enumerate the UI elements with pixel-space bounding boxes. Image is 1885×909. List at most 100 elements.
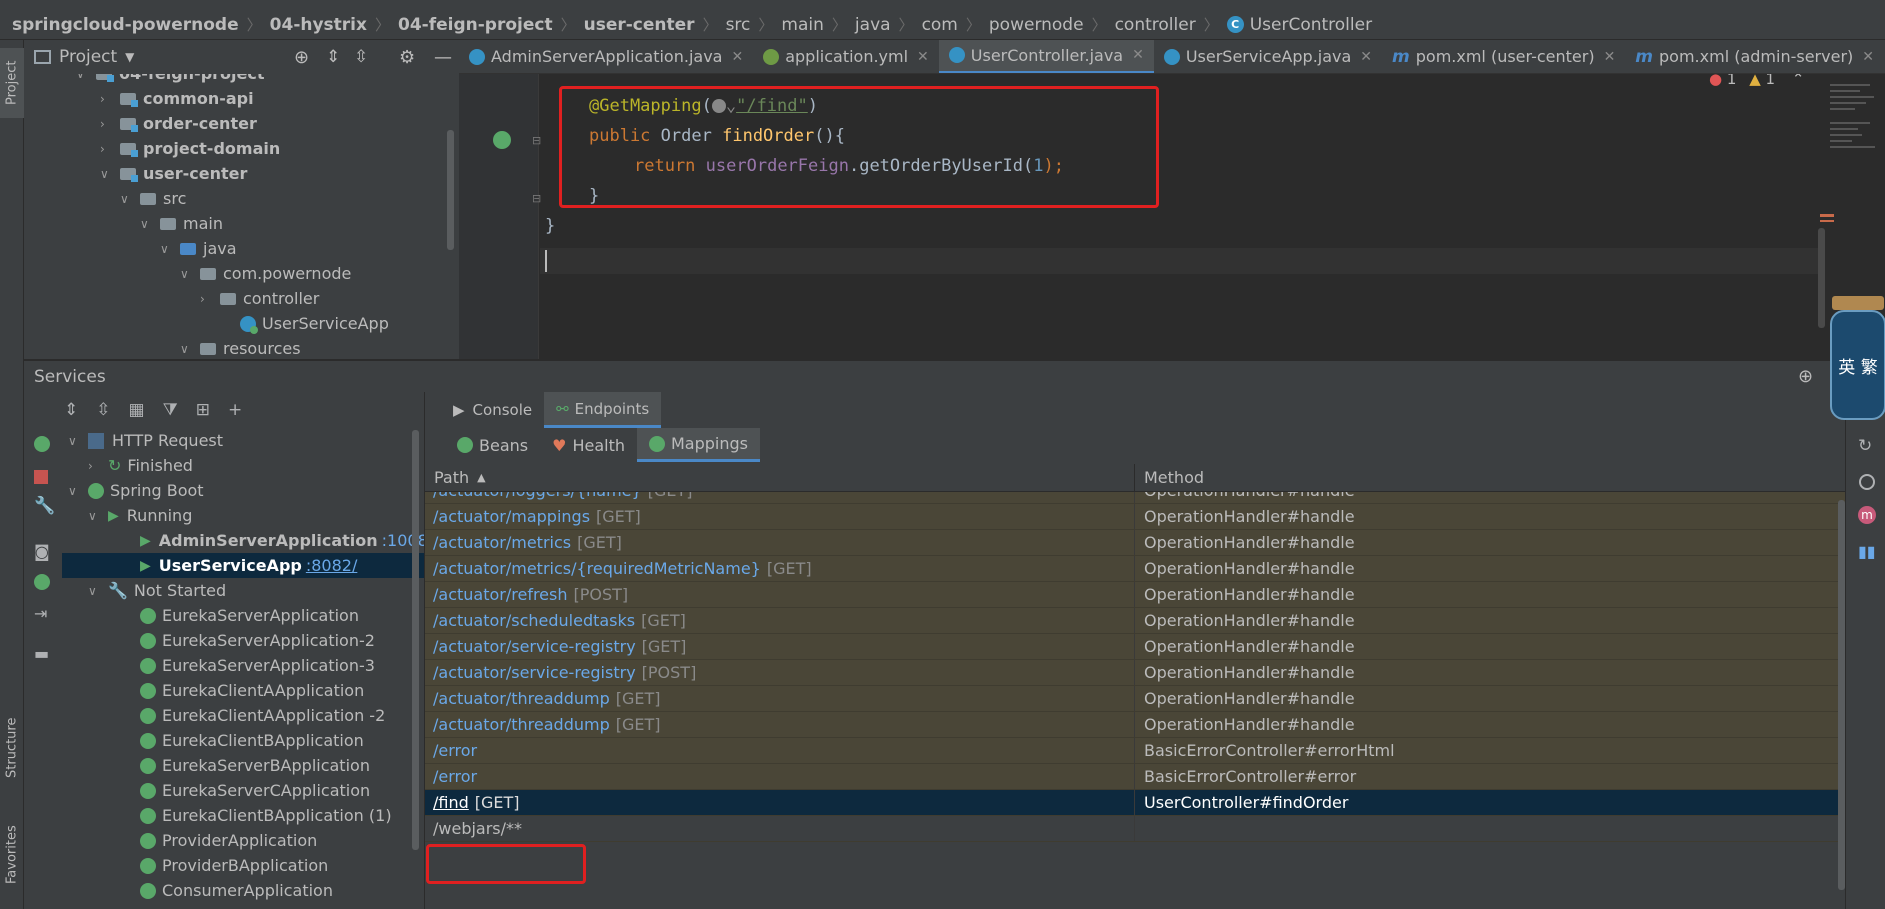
mapping-path[interactable]: /error (433, 767, 477, 786)
tree-item[interactable]: ∨ resources (180, 336, 301, 359)
inspection-widget[interactable]: ● 1 ▲ 1 ⌃ ⌄ (1709, 74, 1832, 88)
close-icon[interactable]: ✕ (731, 49, 743, 65)
wrench-icon[interactable]: 🔧 (34, 496, 55, 516)
editor-scrollbar[interactable] (1818, 228, 1825, 328)
group-icon[interactable]: ▦ (129, 400, 145, 420)
favorites-tool-tab[interactable]: Favorites (0, 810, 24, 900)
tree-node-finished[interactable]: › ↻ Finished (88, 453, 193, 478)
tab-user-controller[interactable]: UserController.java ✕ (938, 40, 1154, 73)
table-row[interactable]: /webjars/** (425, 816, 1846, 842)
stop-icon[interactable] (34, 470, 48, 484)
tab-endpoints[interactable]: ⚯ Endpoints (544, 392, 662, 428)
tab-application-yml[interactable]: application.yml ✕ (753, 40, 939, 73)
maven-icon[interactable]: m (1858, 506, 1876, 524)
tree-node-not-started[interactable]: ∨ 🔧 Not Started (88, 578, 226, 603)
tab-admin-server-application[interactable]: AdminServerApplication.java ✕ (459, 40, 753, 73)
column-header-path[interactable]: Path ▲ (425, 464, 1135, 491)
expand-all-icon[interactable]: ⇕ (326, 47, 340, 67)
table-row[interactable]: /actuator/service-registry [GET] Operation… (425, 634, 1846, 660)
chevron-up-icon[interactable]: ⌃ (1792, 74, 1805, 88)
tab-pom-admin-server[interactable]: m pom.xml (admin-server) ✕ (1625, 40, 1884, 73)
tree-node-http-request[interactable]: ∨ HTTP Request (68, 428, 223, 453)
mapping-path[interactable]: /actuator/metrics (433, 533, 571, 552)
breadcrumb-item[interactable]: UserController (1250, 15, 1372, 35)
new-tab-icon[interactable]: ⊞ (196, 400, 210, 420)
fold-icon[interactable]: ⊟ (532, 134, 541, 147)
mapping-path[interactable]: /actuator/mappings (433, 507, 590, 526)
filter-icon[interactable]: ⧩ (163, 400, 178, 420)
services-tree-scrollbar[interactable] (412, 430, 419, 850)
breadcrumb-item[interactable]: springcloud-powernode (12, 15, 239, 35)
expand-all-icon[interactable]: ⇕ (64, 400, 78, 420)
breadcrumb-item[interactable]: user-center (584, 15, 695, 35)
fold-icon[interactable]: ⊟ (532, 192, 541, 205)
service-item[interactable]: EurekaServerCApplication (140, 778, 370, 803)
mapping-path[interactable]: /actuator/service-registry (433, 663, 636, 682)
structure-tool-tab[interactable]: Structure (0, 708, 24, 788)
table-row[interactable]: /actuator/service-registry [POST] Operatio… (425, 660, 1846, 686)
breadcrumb-item[interactable]: com (922, 15, 958, 35)
table-row[interactable]: /actuator/metrics [GET] OperationHandler#h… (425, 530, 1846, 556)
service-admin-server-application[interactable]: ▶AdminServerApplication:10086/ (62, 528, 424, 553)
globe-icon[interactable] (1859, 474, 1875, 490)
breadcrumb-item[interactable]: 04-hystrix (270, 15, 367, 35)
mapping-path[interactable]: /webjars/** (433, 819, 522, 838)
tree-item[interactable]: › project-domain (100, 136, 280, 161)
tab-mappings[interactable]: Mappings (637, 428, 760, 462)
table-row[interactable]: /actuator/metrics/{requiredMetricName} [G… (425, 556, 1846, 582)
translator-widget[interactable]: 英 繁 (1828, 290, 1885, 430)
tab-health[interactable]: ♥ Health (540, 428, 637, 462)
breadcrumb-item[interactable]: controller (1115, 15, 1196, 35)
table-row[interactable]: /actuator/scheduledtasks [GET] OperationHa… (425, 608, 1846, 634)
tree-item[interactable]: ∨ com.powernode (180, 261, 351, 286)
collapse-all-icon[interactable]: ⇳ (354, 47, 368, 67)
mapping-path[interactable]: /actuator/threaddump (433, 689, 610, 708)
tab-pom-user-center[interactable]: m pom.xml (user-center) ✕ (1382, 40, 1625, 73)
column-header-method[interactable]: Method (1135, 464, 1204, 491)
tree-item[interactable]: ∨ src (120, 186, 186, 211)
target-icon[interactable]: ⊕ (1798, 366, 1813, 387)
tab-user-service-app[interactable]: UserServiceApp.java ✕ (1154, 40, 1382, 73)
tree-node-spring-boot[interactable]: ∨ Spring Boot (68, 478, 204, 503)
run-gutter-icon[interactable] (493, 131, 511, 149)
chart-icon[interactable]: ▮▮ (1858, 542, 1876, 561)
project-view-selector[interactable]: Project (59, 47, 117, 67)
chevron-down-icon[interactable]: ▼ (125, 50, 134, 64)
breadcrumb-item[interactable]: main (781, 15, 823, 35)
mapping-path[interactable]: /actuator/metrics/{requiredMetricName} (433, 559, 761, 578)
collapse-all-icon[interactable]: ⇳ (96, 400, 110, 420)
service-item[interactable]: EurekaServerApplication-2 (140, 628, 375, 653)
tree-node-running[interactable]: ∨ ▶ Running (88, 503, 192, 528)
table-row[interactable]: /actuator/threaddump [GET] OperationHandle… (425, 686, 1846, 712)
service-item[interactable]: EurekaServerApplication (140, 603, 359, 628)
close-icon[interactable]: ✕ (1132, 47, 1144, 63)
service-item[interactable]: EurekaClientAApplication (140, 678, 364, 703)
service-item[interactable]: EurekaClientBApplication (140, 728, 364, 753)
table-row[interactable]: /actuator/refresh [POST] OperationHandler#… (425, 582, 1846, 608)
table-row-selected[interactable]: /find [GET] UserController#findOrder (425, 790, 1846, 816)
gear-icon[interactable]: ⚙ (399, 47, 415, 68)
mapping-path[interactable]: /find (433, 793, 469, 812)
tree-item[interactable]: ∨ 04-feign-project (76, 74, 265, 86)
mapping-path[interactable]: /actuator/scheduledtasks (433, 611, 635, 630)
breadcrumb-item[interactable]: src (726, 15, 751, 35)
table-row[interactable]: /actuator/threaddump [GET] OperationHandle… (425, 712, 1846, 738)
spring-icon[interactable] (34, 574, 50, 590)
service-item[interactable]: EurekaClientAApplication -2 (140, 703, 385, 728)
close-icon[interactable]: ✕ (1604, 49, 1616, 65)
refresh-icon[interactable]: ↻ (1858, 436, 1872, 456)
login-icon[interactable]: ⇥ (34, 604, 52, 623)
tree-item[interactable]: UserServiceApp (240, 311, 389, 336)
service-item[interactable]: ProviderBApplication (140, 853, 328, 878)
minimize-icon[interactable]: — (434, 47, 452, 68)
breadcrumb-item[interactable]: powernode (989, 15, 1084, 35)
close-icon[interactable]: ✕ (917, 49, 929, 65)
service-item[interactable]: ProviderApplication (140, 828, 317, 853)
breadcrumb-item[interactable]: 04-feign-project (398, 15, 553, 35)
tree-item[interactable]: › common-api (100, 86, 254, 111)
service-item[interactable]: ConsumerApplication (140, 878, 333, 903)
table-row[interactable]: /actuator/mappings [GET] OperationHandler#… (425, 504, 1846, 530)
debug-icon[interactable] (34, 436, 50, 452)
mapping-path[interactable]: /actuator/loggers/{name} (433, 492, 642, 500)
mapping-path[interactable]: /actuator/service-registry (433, 637, 636, 656)
